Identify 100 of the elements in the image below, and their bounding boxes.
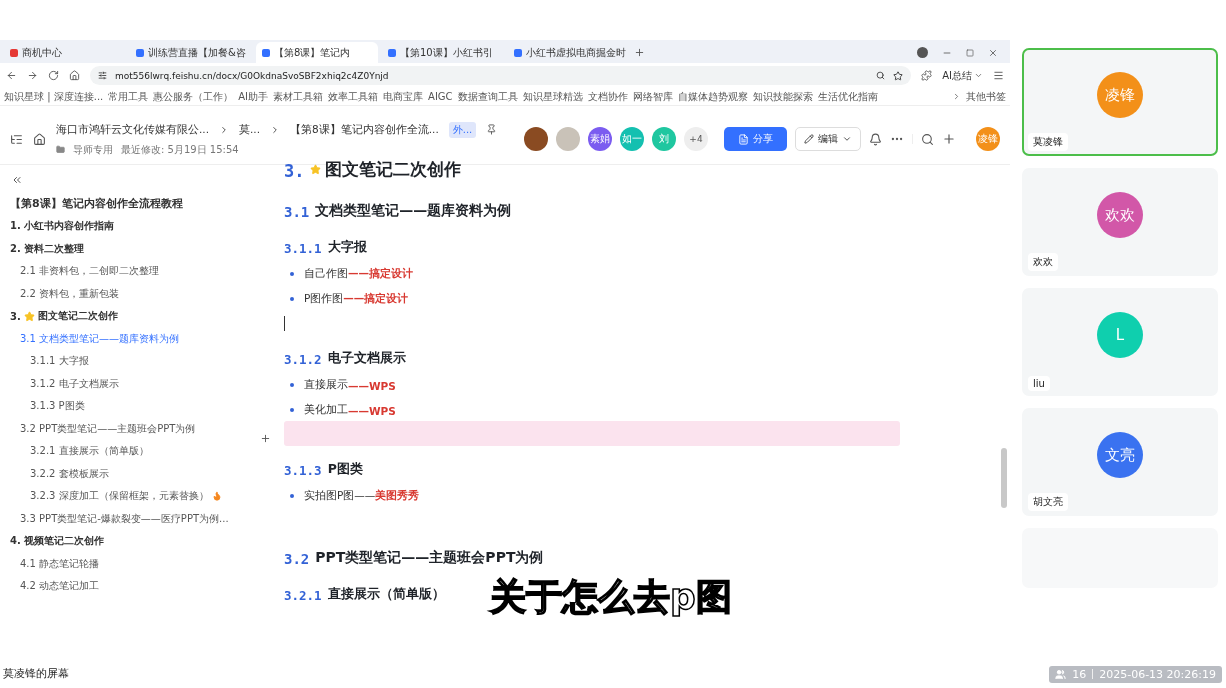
- add-block-icon[interactable]: [260, 433, 271, 444]
- address-bar[interactable]: mot556lwrq.feishu.cn/docx/G0OkdnaSvoSBF2xhiq2c4Z0Ynjd: [90, 66, 912, 85]
- folder-icon: [56, 145, 65, 154]
- home-icon[interactable]: [33, 132, 46, 146]
- participant-avatar: 欢欢: [1097, 192, 1143, 238]
- outline-item[interactable]: 3.1.3 P图类: [10, 395, 280, 418]
- heading: 大字报: [327, 239, 367, 256]
- outline-item[interactable]: 3.3 PPT类型笔记-爆款裂变——医疗PPT为例...: [10, 507, 280, 530]
- tab-title: 【第8课】笔记内: [274, 45, 351, 60]
- outline-item[interactable]: 3.1.1 大字报: [10, 350, 280, 373]
- breadcrumb-link[interactable]: 莫...: [239, 122, 261, 137]
- outline-item[interactable]: 1. 小红书内容创作指南: [10, 215, 280, 238]
- more-collaborators[interactable]: +4: [684, 127, 708, 151]
- participant-tile[interactable]: 欢欢 欢欢: [1022, 168, 1218, 276]
- avatar[interactable]: [524, 127, 548, 151]
- ai-summary-button[interactable]: AI总结: [942, 68, 983, 83]
- chevron-right-icon[interactable]: [952, 92, 961, 101]
- participant-tile[interactable]: 文亮 胡文亮: [1022, 408, 1218, 516]
- edit-button[interactable]: 编辑: [795, 127, 861, 151]
- pin-icon[interactable]: [486, 124, 498, 135]
- browser-tab[interactable]: 商机中心: [4, 42, 126, 63]
- bookmark[interactable]: 文档协作: [587, 89, 628, 104]
- participant-tile[interactable]: 凌锋 莫凌锋: [1022, 48, 1218, 156]
- heading: 图文笔记二次创作: [325, 158, 462, 181]
- breadcrumb-link[interactable]: 【第8课】笔记内容创作全流...: [290, 122, 439, 137]
- heading-number: 3.1: [284, 204, 310, 220]
- outline-item[interactable]: 3.2.2 套模板展示: [10, 462, 280, 485]
- list-text: 直接展示: [304, 378, 348, 392]
- search-icon[interactable]: [921, 132, 934, 146]
- bookmark[interactable]: 生活优化指南: [817, 89, 878, 104]
- bookmark[interactable]: 知识星球 | 深度连接...: [4, 89, 104, 104]
- outline-item[interactable]: 4.2 动态笔记加工: [10, 575, 280, 598]
- outline-item-label: 3.2.3 深度加工（保留框架，元素替换）: [30, 489, 209, 504]
- pencil-icon: [804, 134, 814, 144]
- screen-share-label: 莫凌锋的屏幕: [3, 667, 69, 681]
- tab-title: 商机中心: [22, 45, 62, 60]
- bookmark[interactable]: AIGC: [428, 91, 453, 102]
- close-icon[interactable]: [988, 47, 998, 58]
- outline-item[interactable]: 3.1 文档类型笔记——题库资料为例: [10, 327, 280, 350]
- outline-item[interactable]: 2.1 非资料包，二创即二次整理: [10, 260, 280, 283]
- notification-icon[interactable]: [869, 132, 882, 146]
- outline-item[interactable]: 2.2 资料包，重新包装: [10, 282, 280, 305]
- flame-icon: [211, 491, 222, 502]
- bullet-dot: [290, 272, 294, 276]
- outline-item[interactable]: 3.2 PPT类型笔记——主题班会PPT为例: [10, 417, 280, 440]
- bullet-dot: [290, 494, 294, 498]
- breadcrumb-link[interactable]: 海口市鸿轩云文化传媒有限公...: [56, 122, 209, 137]
- search-icon: [876, 71, 886, 80]
- bookmark[interactable]: 知识星球精选: [522, 89, 583, 104]
- scrollbar: [1001, 448, 1007, 508]
- bookmark[interactable]: AI助手: [238, 89, 269, 104]
- bookmark[interactable]: 其他书签: [966, 89, 1006, 104]
- menu-icon[interactable]: [993, 70, 1004, 81]
- heading-number: 3.1.1: [284, 241, 322, 256]
- caret-icon: [974, 71, 983, 80]
- forward-icon[interactable]: [27, 70, 38, 81]
- bookmark[interactable]: 知识技能探索: [752, 89, 813, 104]
- participant-name: 莫凌锋: [1028, 133, 1068, 151]
- external-tag: 外...: [448, 121, 477, 138]
- outline-toggle-icon[interactable]: [10, 132, 23, 146]
- star-icon: [23, 310, 35, 322]
- outline-title: 【第8课】笔记内容创作全流程教程: [10, 195, 184, 212]
- home-icon[interactable]: [69, 70, 80, 81]
- bullet-dot: [290, 383, 294, 387]
- extensions-icon[interactable]: [921, 70, 933, 81]
- outline-item[interactable]: 4.1 静态笔记轮播: [10, 552, 280, 575]
- bookmark[interactable]: 数据查询工具: [457, 89, 518, 104]
- heading: 直接展示（简单版）: [327, 586, 445, 603]
- bookmark[interactable]: 效率工具箱: [328, 89, 379, 104]
- participant-avatar: L: [1097, 312, 1143, 358]
- outline-item[interactable]: 3.2.1 直接展示（简单版）: [10, 440, 280, 463]
- bookmark[interactable]: 电商宝库: [383, 89, 424, 104]
- people-icon: [1055, 668, 1067, 680]
- participant-tile[interactable]: L liu: [1022, 288, 1218, 396]
- participant-avatar: 凌锋: [1097, 72, 1143, 118]
- outline-item[interactable]: 4. 视频笔记二次创作: [10, 530, 280, 553]
- heading-number: 3.2: [284, 551, 310, 567]
- outline-item[interactable]: 2. 资料二次整理: [10, 237, 280, 260]
- reload-icon[interactable]: [48, 70, 59, 81]
- avatar[interactable]: 素娟: [588, 127, 612, 151]
- profile-avatar[interactable]: [917, 47, 928, 58]
- bookmark[interactable]: 素材工具箱: [273, 89, 324, 104]
- outline-item[interactable]: 3. 图文笔记二次创作: [10, 305, 280, 328]
- browser-tab[interactable]: 【第10课】小红书引: [382, 42, 504, 63]
- share-button[interactable]: 分享: [724, 127, 787, 151]
- participant-count: 16: [1072, 667, 1087, 681]
- bookmark[interactable]: 惠公服务（工作）: [153, 89, 234, 104]
- bookmark[interactable]: 网络智库: [632, 89, 673, 104]
- plus-icon[interactable]: [942, 132, 956, 146]
- outline-item[interactable]: 3.1.2 电子文档展示: [10, 372, 280, 395]
- browser-tab[interactable]: 小红书虚拟电商掘金时: [508, 42, 630, 63]
- back-icon[interactable]: [6, 70, 17, 81]
- outline-item[interactable]: 3.2.3 深度加工（保留框架，元素替换）: [10, 485, 280, 508]
- list-text: 自己作图: [304, 267, 348, 281]
- browser-tab[interactable]: 训练营直播【加餐&咨: [130, 42, 252, 63]
- bookmark[interactable]: 自媒体趋势观察: [677, 89, 748, 104]
- list-text: P图作图: [304, 292, 344, 306]
- heading: 电子文档展示: [327, 350, 406, 367]
- browser-tab[interactable]: 【第8课】笔记内: [256, 42, 378, 63]
- bookmark[interactable]: 常用工具: [108, 89, 149, 104]
